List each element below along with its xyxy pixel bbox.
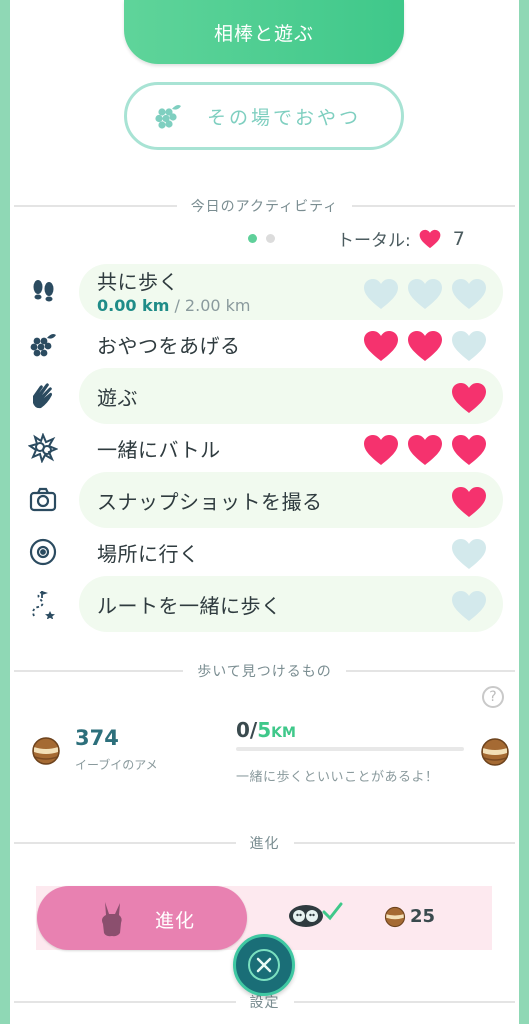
activity-hearts [363, 434, 487, 466]
heart-filled-icon [364, 435, 398, 465]
walk-current-distance: 0.00 km [97, 296, 170, 315]
activity-hearts [451, 590, 487, 622]
evolution-silhouette-icon [102, 902, 122, 937]
pokestop-icon [29, 538, 57, 566]
evolve-header: 進化 [14, 833, 515, 853]
total-hearts: トータル: 7 [337, 226, 465, 252]
activity-progress: 0.00 km / 2.00 km [97, 296, 250, 315]
activity-hearts [363, 330, 487, 362]
activity-row[interactable]: 共に歩く 0.00 km / 2.00 km [0, 264, 529, 320]
heart-empty-icon [452, 539, 486, 569]
play-with-buddy-button[interactable]: 相棒と遊ぶ [124, 0, 404, 64]
heart-empty-icon [452, 331, 486, 361]
activity-row[interactable]: 一緒にバトル [0, 420, 529, 476]
activities-header: 今日のアクティビティ [14, 196, 515, 216]
activity-label: ルートを一緒に歩く [97, 594, 282, 618]
buddy-check-icon [289, 902, 343, 927]
page-dot-2[interactable] [266, 234, 275, 243]
berry-icon [155, 105, 181, 129]
activity-label: 共に歩く [97, 270, 179, 294]
walk-goal-distance: / 2.00 km [169, 296, 251, 315]
activity-hearts [363, 278, 487, 310]
evolve-button[interactable]: 進化 [37, 886, 247, 950]
activity-hearts [451, 538, 487, 570]
route-icon [32, 591, 55, 619]
activity-label: スナップショットを撮る [97, 490, 323, 514]
distance-unit: KM [271, 725, 296, 741]
activity-highlight [79, 368, 503, 424]
heart-empty-icon [408, 279, 442, 309]
camera-icon [29, 487, 57, 512]
heart-icon [419, 229, 441, 248]
heart-empty-icon [452, 279, 486, 309]
berry-icon [30, 334, 56, 357]
heart-filled-icon [364, 331, 398, 361]
page-dot-1[interactable] [248, 234, 257, 243]
activity-row[interactable]: 場所に行く [0, 524, 529, 580]
activity-hearts [451, 382, 487, 414]
evolve-candy-icon [384, 906, 406, 928]
distance-current: 0 [236, 718, 250, 742]
activities-title: 今日のアクティビティ [190, 199, 339, 215]
close-button[interactable] [233, 934, 295, 996]
activity-label: 遊ぶ [97, 386, 138, 410]
heart-empty-icon [364, 279, 398, 309]
heart-filled-icon [408, 331, 442, 361]
candy-icon [32, 737, 60, 765]
walk-progress-bar [236, 747, 464, 751]
walk-distance: 0/5KM [236, 718, 296, 742]
heart-filled-icon [452, 383, 486, 413]
activity-label: 場所に行く [97, 542, 200, 566]
activity-hearts [451, 486, 487, 518]
activity-row[interactable]: ルートを一緒に歩く [0, 576, 529, 632]
activity-row[interactable]: スナップショットを撮る [0, 472, 529, 528]
walk-header: 歩いて見つけるもの [14, 661, 515, 681]
heart-empty-icon [452, 591, 486, 621]
snack-label: その場でおやつ [207, 106, 362, 129]
evolve-candy-cost: 25 [410, 906, 436, 927]
play-with-buddy-label: 相棒と遊ぶ [213, 22, 314, 45]
footprints-icon [33, 280, 54, 302]
activity-label: おやつをあげる [97, 334, 241, 358]
battle-icon [28, 433, 58, 463]
walk-message: 一緒に歩くといいことがあるよ！ [236, 770, 439, 785]
heart-filled-icon [452, 435, 486, 465]
activity-label: 一緒にバトル [97, 438, 221, 462]
candy-reward-icon [481, 738, 509, 766]
close-icon [248, 949, 280, 981]
distance-goal: 5 [257, 718, 272, 742]
evolve-button-label: 進化 [155, 910, 196, 932]
page-indicator[interactable] [248, 234, 275, 243]
app-frame: 相棒と遊ぶ その場でおやつ 今日のアクティビティ トータル: 7 共に歩く 0.0… [0, 0, 529, 1024]
snack-button[interactable]: その場でおやつ [124, 82, 404, 150]
help-icon: ? [489, 689, 497, 705]
evolve-title: 進化 [249, 836, 280, 852]
candy-name: イーブイのアメ [75, 758, 158, 772]
wave-hand-icon [33, 383, 52, 409]
walk-title: 歩いて見つけるもの [197, 664, 332, 680]
activity-row[interactable]: おやつをあげる [0, 316, 529, 372]
heart-filled-icon [408, 435, 442, 465]
candy-count: 374 [75, 726, 119, 750]
heart-filled-icon [452, 487, 486, 517]
help-button[interactable]: ? [482, 686, 504, 708]
total-value: 7 [452, 227, 465, 250]
activity-row[interactable]: 遊ぶ [0, 368, 529, 424]
total-label: トータル: [337, 231, 411, 251]
